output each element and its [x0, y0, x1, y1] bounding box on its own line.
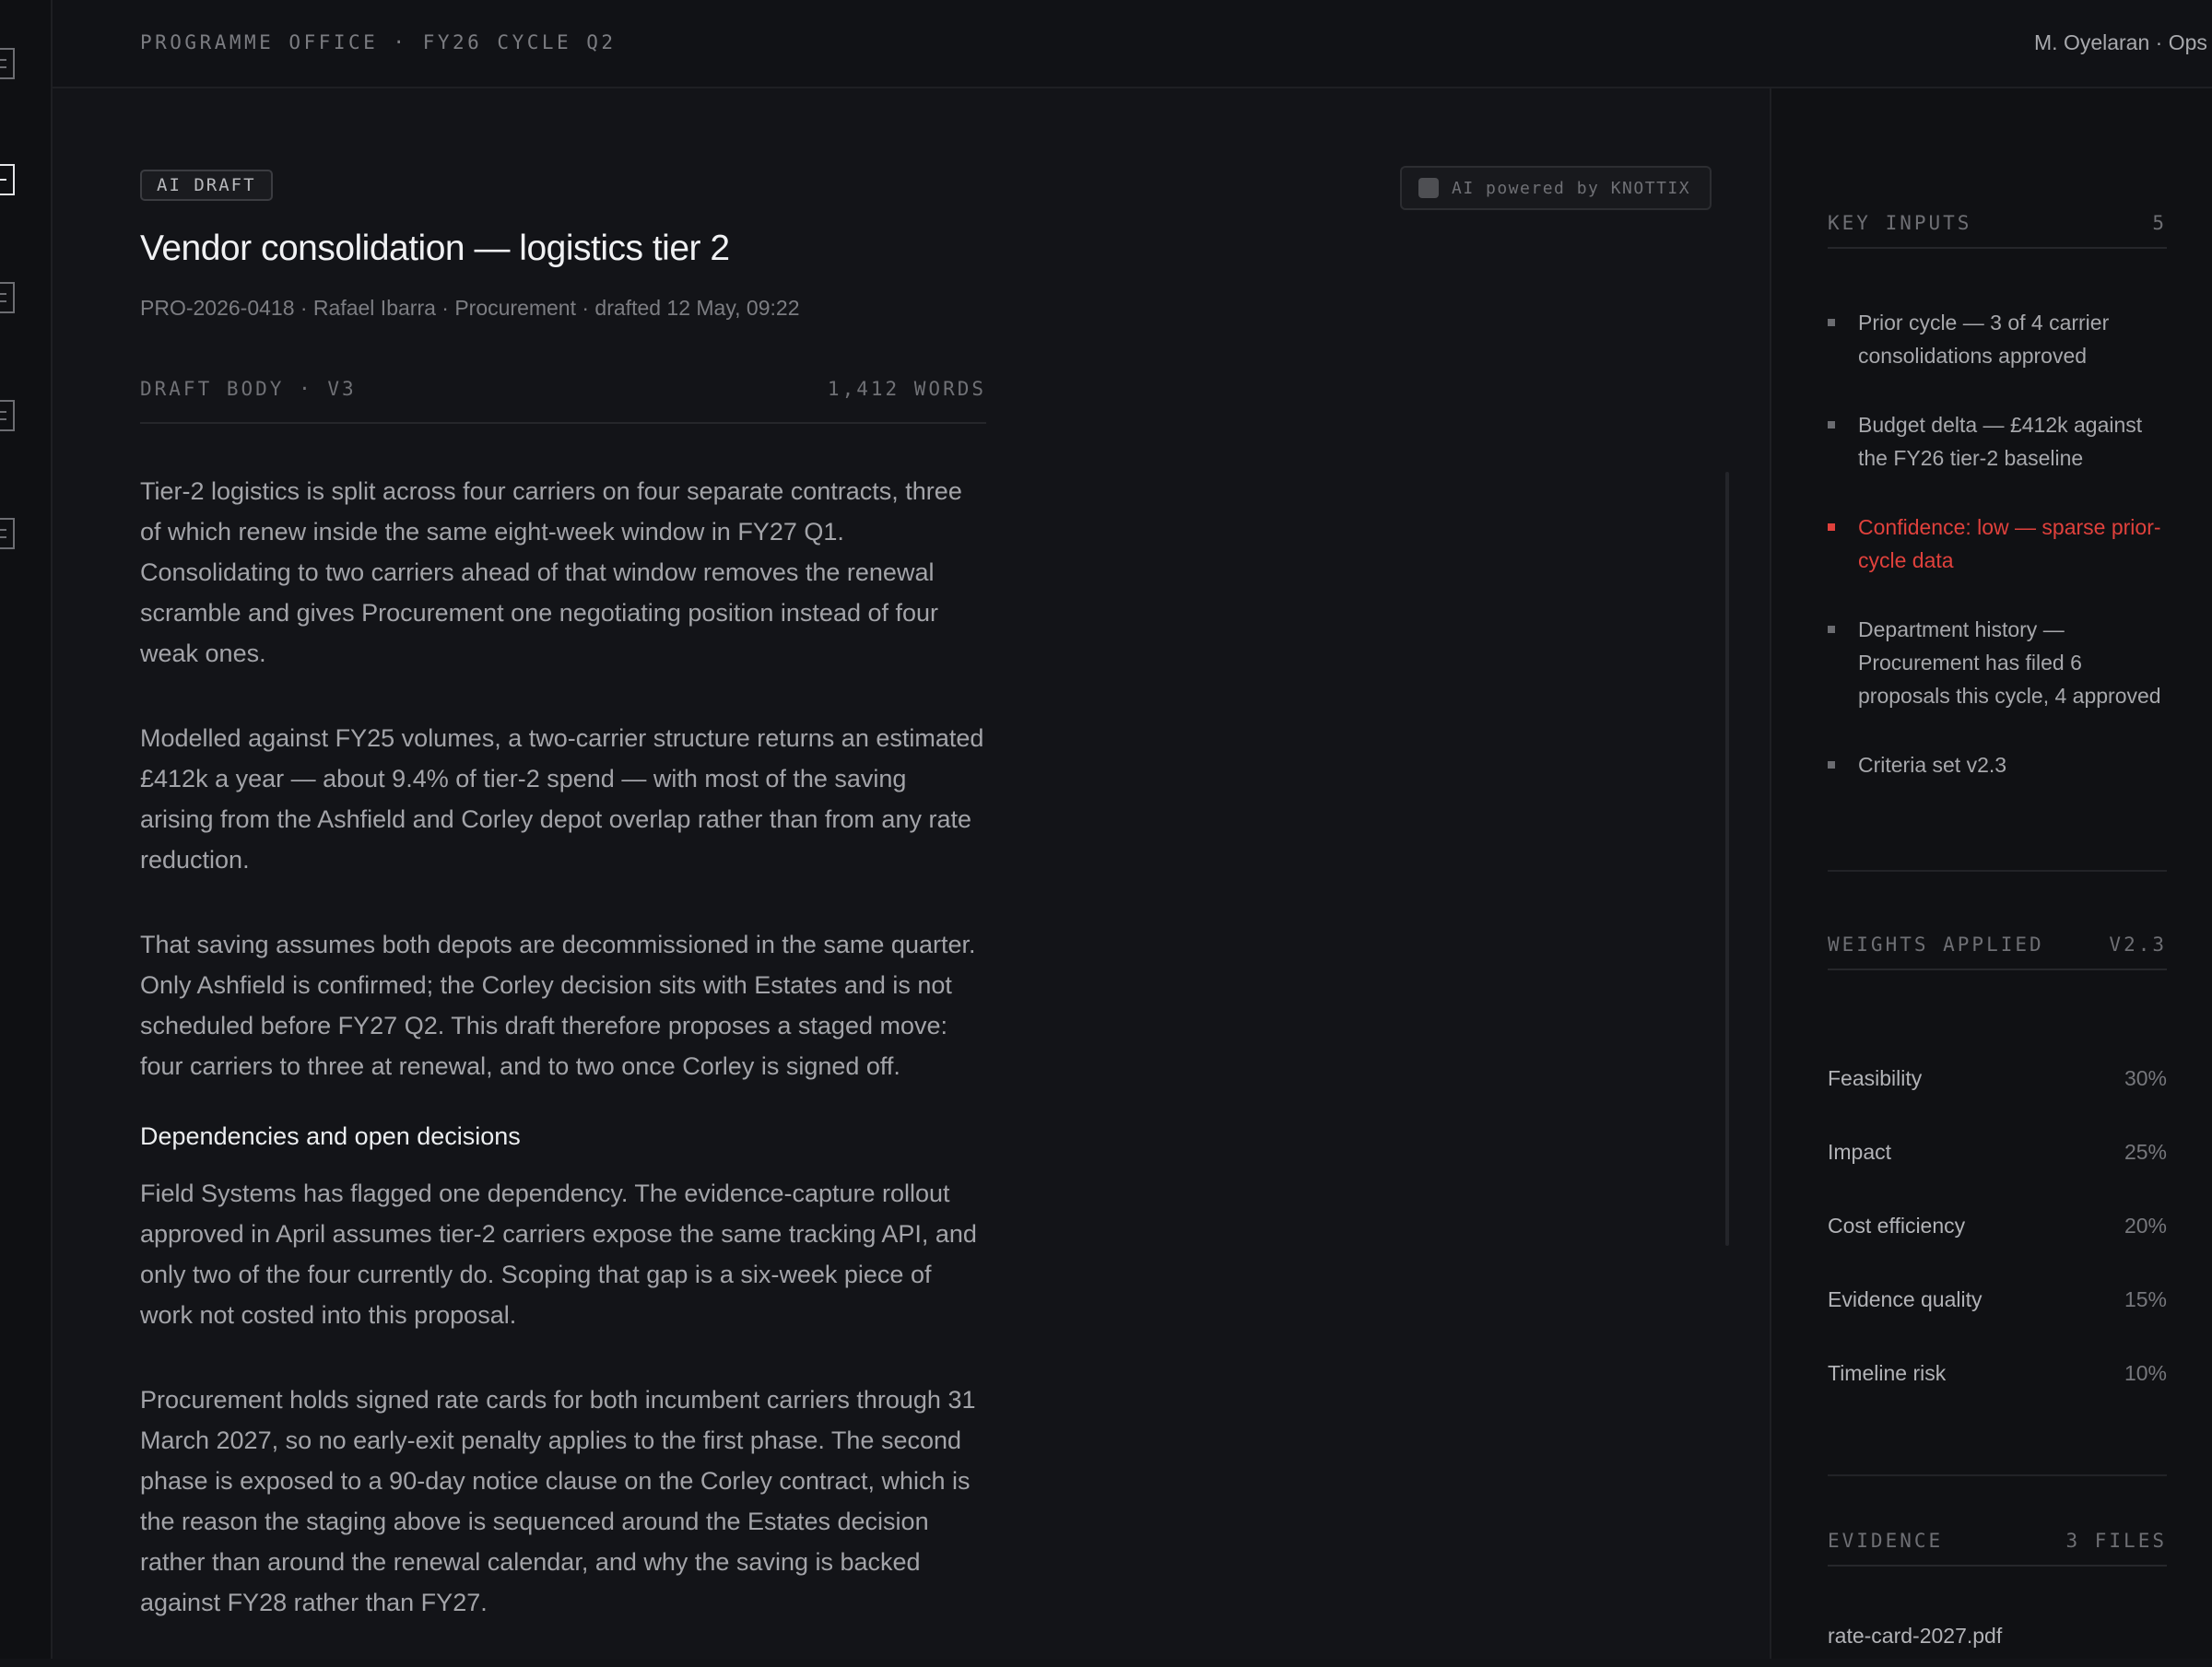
body-paragraph: Tier-2 logistics is split across four ca… — [140, 477, 962, 667]
page-title: Vendor consolidation — logistics tier 2 — [140, 229, 730, 268]
list-icon[interactable] — [0, 282, 15, 313]
weight-name: Timeline risk — [1828, 1361, 1947, 1385]
weight-row: Evidence quality 15% — [1828, 1262, 2167, 1336]
weight-value: 25% — [2124, 1140, 2167, 1164]
active-nav-icon[interactable] — [0, 164, 15, 195]
body-paragraph: Field Systems has flagged one dependency… — [140, 1180, 977, 1329]
ai-powered-label: AI powered by KNOTTIX — [1452, 178, 1691, 198]
evidence-label: EVIDENCE — [1828, 1530, 1944, 1552]
weight-row: Impact 25% — [1828, 1115, 2167, 1189]
confidence-warning: Confidence: low — sparse prior-cycle dat… — [1828, 511, 2167, 577]
weight-value: 15% — [2124, 1287, 2167, 1311]
weight-value: 30% — [2124, 1066, 2167, 1090]
weight-name: Cost efficiency — [1828, 1214, 1966, 1238]
weight-row: Feasibility 30% — [1828, 1041, 2167, 1115]
divider — [1828, 1474, 2167, 1476]
weight-name: Impact — [1828, 1140, 1892, 1164]
weight-value: 10% — [2124, 1361, 2167, 1385]
key-inputs-header: KEY INPUTS 5 — [1828, 208, 2167, 249]
weight-row: Cost efficiency 20% — [1828, 1189, 2167, 1262]
list-item: Department history — Procurement has fil… — [1828, 613, 2167, 712]
side-panel: KEY INPUTS 5 Prior cycle — 3 of 4 carrie… — [1771, 88, 2212, 1659]
list-icon[interactable] — [0, 400, 15, 431]
evidence-header: EVIDENCE 3 FILES — [1828, 1526, 2167, 1567]
left-rail — [0, 0, 53, 1659]
key-inputs-list: Prior cycle — 3 of 4 carrier consolidati… — [1828, 306, 2167, 817]
ai-logo-icon — [1418, 178, 1439, 198]
weight-name: Evidence quality — [1828, 1287, 1983, 1311]
weights-header: WEIGHTS APPLIED V2.3 — [1828, 930, 2167, 970]
body-paragraph: That saving assumes both depots are deco… — [140, 931, 976, 1080]
divider — [1828, 870, 2167, 872]
weights-label: WEIGHTS APPLIED — [1828, 933, 2044, 956]
draft-body: Tier-2 logistics is split across four ca… — [140, 471, 986, 1667]
evidence-file-link[interactable]: rate-card-2027.pdf — [1828, 1624, 2002, 1649]
list-icon[interactable] — [0, 518, 15, 549]
weight-row: Timeline risk 10% — [1828, 1336, 2167, 1410]
body-paragraph: Modelled against FY25 volumes, a two-car… — [140, 724, 984, 874]
ai-powered-tag: AI powered by KNOTTIX — [1400, 166, 1712, 210]
list-item: Budget delta — £412k against the FY26 ti… — [1828, 408, 2167, 475]
draft-meta: PRO-2026-0418 · Rafael Ibarra · Procurem… — [140, 296, 800, 320]
list-item: Prior cycle — 3 of 4 carrier consolidati… — [1828, 306, 2167, 372]
weight-value: 20% — [2124, 1214, 2167, 1238]
scrollbar[interactable] — [1725, 472, 1729, 1246]
top-bar: PROGRAMME OFFICE · FY26 CYCLE Q2 M. Oyel… — [53, 0, 2212, 88]
key-inputs-count: 5 — [2152, 212, 2167, 234]
draft-body-label: DRAFT BODY · V3 — [140, 378, 357, 400]
weights-list: Feasibility 30% Impact 25% Cost efficien… — [1828, 1041, 2167, 1410]
weight-name: Feasibility — [1828, 1066, 1923, 1090]
breadcrumb: PROGRAMME OFFICE · FY26 CYCLE Q2 — [140, 31, 617, 53]
weights-version: V2.3 — [2109, 933, 2167, 956]
list-icon[interactable] — [0, 48, 15, 79]
section-heading: Dependencies and open decisions — [140, 1122, 521, 1150]
list-item: Criteria set v2.3 — [1828, 748, 2167, 781]
draft-panel: AI DRAFT AI powered by KNOTTIX Vendor co… — [53, 88, 1771, 1659]
body-paragraph: Procurement holds signed rate cards for … — [140, 1386, 976, 1616]
ai-draft-badge: AI DRAFT — [140, 170, 273, 201]
key-inputs-label: KEY INPUTS — [1828, 212, 1972, 234]
user-menu[interactable]: M. Oyelaran · Ops — [2034, 30, 2207, 55]
word-count: 1,412 WORDS — [827, 378, 986, 400]
evidence-count: 3 FILES — [2065, 1530, 2167, 1552]
draft-body-header: DRAFT BODY · V3 1,412 WORDS — [140, 374, 986, 424]
